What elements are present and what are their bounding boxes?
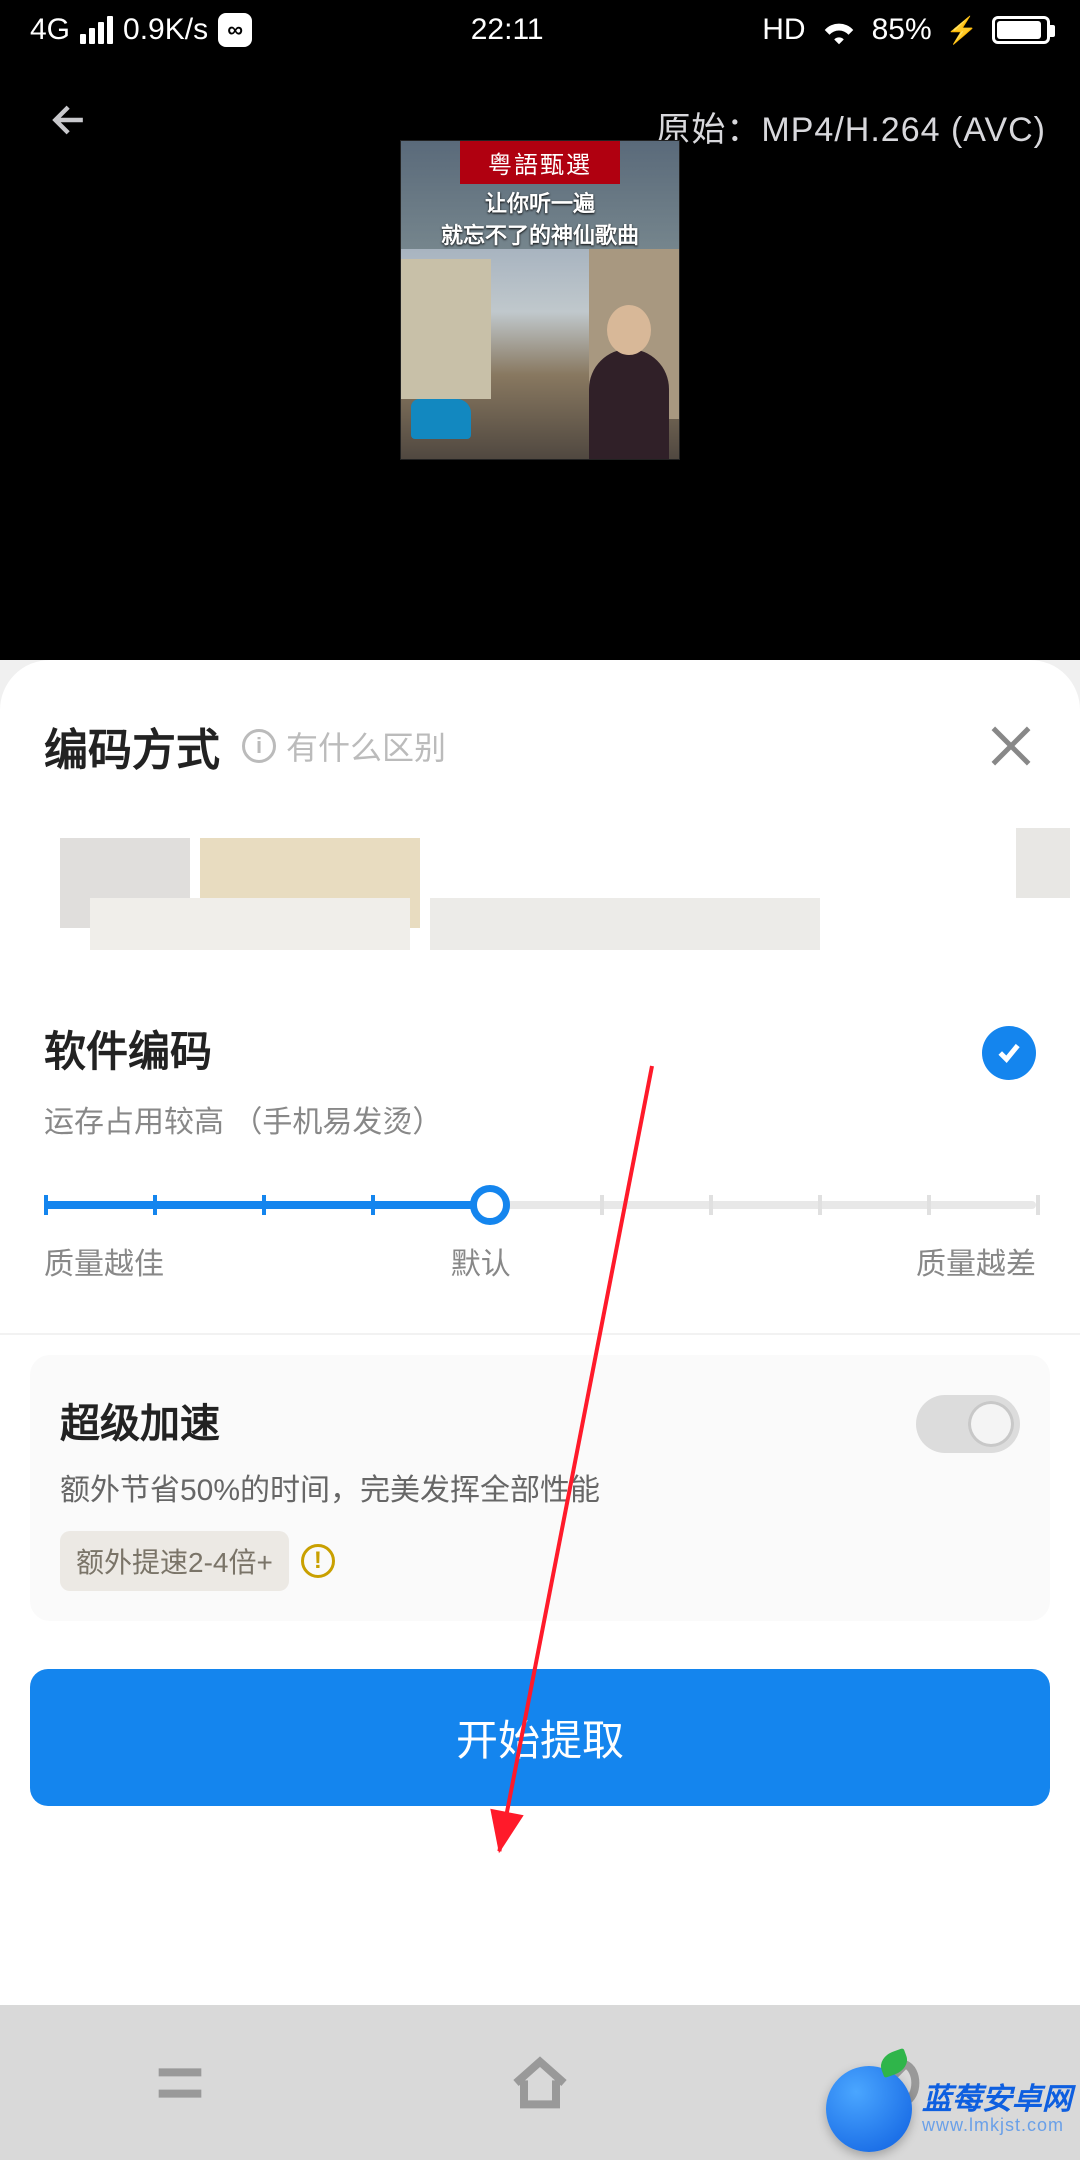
thumb-caption-1: 让你听一遍 [401, 186, 679, 218]
software-encode-title: 软件编码 [44, 1018, 1036, 1079]
nav-recent-icon[interactable] [148, 2051, 212, 2115]
slider-label-right: 质量越差 [916, 1239, 1036, 1283]
quality-slider[interactable]: 质量越佳 默认 质量越差 [0, 1171, 1080, 1323]
accel-subtitle: 额外节省50%的时间，完美发挥全部性能 [60, 1465, 1020, 1509]
slider-fill [44, 1201, 490, 1209]
slider-label-mid: 默认 [451, 1239, 511, 1283]
accel-badge: 额外提速2-4倍+ [60, 1531, 289, 1591]
battery-icon [992, 16, 1050, 44]
charging-icon: ⚡ [946, 15, 978, 46]
sheet-title: 编码方式 [44, 714, 220, 778]
slider-label-left: 质量越佳 [44, 1239, 164, 1283]
slider-thumb[interactable] [470, 1185, 510, 1225]
info-link[interactable]: 有什么区别 [286, 723, 446, 769]
warning-icon[interactable]: ! [301, 1544, 335, 1578]
data-speed: 0.9K/s [123, 13, 208, 47]
watermark-title: 蓝莓安卓网 [922, 2083, 1072, 2116]
divider [0, 1333, 1080, 1335]
video-preview-area: 原始：MP4/H.264 (AVC) 粤語甄選 让你听一遍 就忘不了的神仙歌曲 [0, 60, 1080, 660]
start-extract-button[interactable]: 开始提取 [30, 1669, 1050, 1806]
codec-tabs[interactable] [0, 818, 1080, 958]
encode-sheet: 编码方式 i 有什么区别 软件编码 运存占用较高 （手机易发烫） [0, 660, 1080, 2160]
slider-track[interactable] [44, 1201, 1036, 1209]
toggle-knob [968, 1401, 1014, 1447]
original-format-label: 原始：MP4/H.264 (AVC) [656, 102, 1046, 151]
video-thumbnail[interactable]: 粤語甄選 让你听一遍 就忘不了的神仙歌曲 [400, 140, 680, 460]
wifi-icon [820, 15, 858, 45]
super-accel-card: 超级加速 额外节省50%的时间，完美发挥全部性能 额外提速2-4倍+ ! [30, 1355, 1050, 1621]
status-left: 4G 0.9K/s ∞ [30, 13, 252, 47]
clock: 22:11 [471, 13, 544, 47]
watermark-url: www.lmkjst.com [922, 2116, 1072, 2136]
codec-tab-3[interactable] [90, 898, 410, 950]
watermark-logo-icon [826, 2066, 912, 2152]
signal-icon [80, 16, 113, 44]
software-encode-section[interactable]: 软件编码 运存占用较高 （手机易发烫） [0, 978, 1080, 1171]
app-indicator-icon: ∞ [218, 13, 252, 47]
battery-percent: 85% [872, 13, 932, 47]
close-button[interactable] [986, 721, 1036, 771]
sheet-header: 编码方式 i 有什么区别 [0, 660, 1080, 808]
software-encode-subtitle: 运存占用较高 （手机易发烫） [44, 1097, 1036, 1141]
status-bar: 4G 0.9K/s ∞ 22:11 HD 85% ⚡ [0, 0, 1080, 60]
codec-tab-4[interactable] [430, 898, 820, 950]
watermark: 蓝莓安卓网 www.lmkjst.com [826, 2066, 1072, 2152]
info-icon[interactable]: i [242, 729, 276, 763]
network-type: 4G [30, 13, 70, 47]
codec-tab-more[interactable] [1016, 828, 1070, 898]
status-right: HD 85% ⚡ [762, 13, 1050, 47]
thumb-scene [401, 249, 679, 459]
accel-title: 超级加速 [60, 1391, 1020, 1449]
hd-indicator: HD [762, 13, 805, 47]
nav-home-icon[interactable] [508, 2051, 572, 2115]
back-button[interactable] [40, 90, 100, 150]
thumb-banner: 粤語甄選 [460, 141, 620, 184]
selected-check-icon [982, 1026, 1036, 1080]
thumb-caption-2: 就忘不了的神仙歌曲 [401, 218, 679, 250]
accel-toggle[interactable] [916, 1395, 1020, 1453]
slider-labels: 质量越佳 默认 质量越差 [44, 1239, 1036, 1283]
